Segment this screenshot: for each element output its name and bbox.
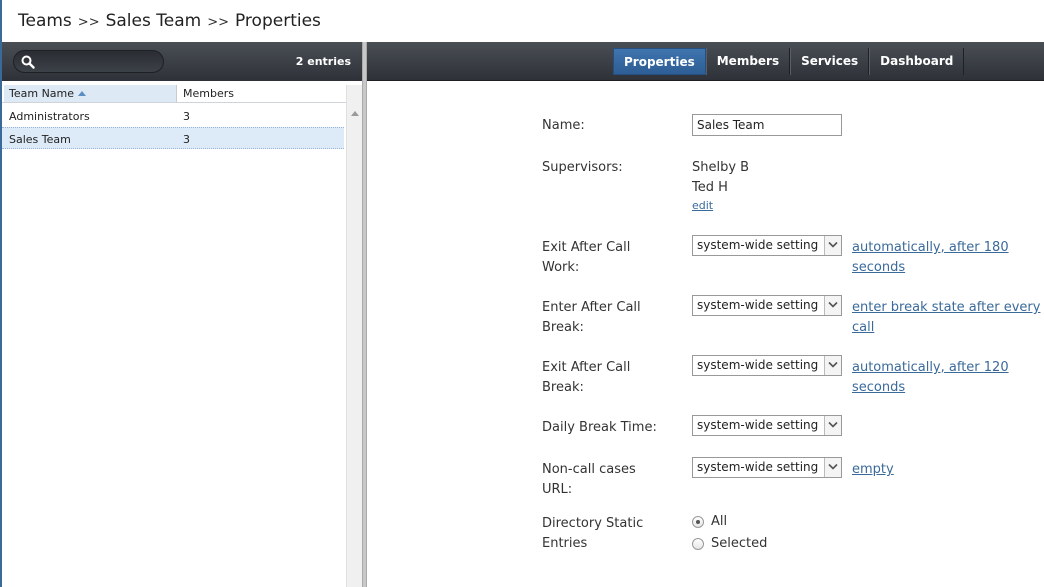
directory-option-all[interactable]: All [692, 514, 727, 529]
link-line: call [852, 320, 875, 335]
breadcrumb-separator: >> [77, 15, 100, 30]
chevron-down-icon [828, 241, 838, 248]
exit-after-call-break-hint-link[interactable]: automatically, after 120 seconds [852, 358, 1042, 398]
dropdown-button[interactable] [824, 236, 841, 255]
search-icon [21, 55, 35, 69]
grid-header: Team Name Members [2, 85, 348, 103]
breadcrumb-sales-team[interactable]: Sales Team [106, 11, 202, 31]
members-cell: 3 [183, 133, 190, 146]
dropdown-button[interactable] [824, 356, 841, 375]
select-value: system-wide setting [697, 418, 819, 432]
breadcrumb-properties: Properties [234, 11, 321, 31]
non-call-cases-url-select[interactable]: system-wide setting [692, 457, 842, 478]
supervisors-label: Supervisors: [542, 160, 623, 175]
link-line: automatically, after 180 [852, 240, 1009, 255]
enter-after-call-break-select[interactable]: system-wide setting [692, 295, 842, 316]
chevron-down-icon [828, 463, 838, 470]
chevron-down-icon [828, 421, 838, 428]
column-header-members[interactable]: Members [178, 85, 348, 102]
supervisor-name: Shelby B [692, 160, 750, 175]
link-line: seconds [852, 260, 906, 275]
properties-panel: Properties Members Services Dashboard Na… [367, 42, 1044, 587]
tab-bar: Properties Members Services Dashboard [367, 42, 1044, 81]
non-call-cases-url-hint-link[interactable]: empty [852, 460, 1042, 480]
label-line: Work: [542, 260, 580, 275]
search-input[interactable] [13, 50, 164, 73]
team-grid: Administrators 3 Sales Team 3 [2, 105, 344, 149]
table-row[interactable]: Sales Team 3 [2, 127, 344, 149]
members-cell: 3 [183, 110, 190, 123]
label-line: Directory Static [542, 516, 644, 531]
scroll-up-icon[interactable] [351, 111, 359, 116]
label-line: Enter After Call [542, 300, 641, 315]
select-value: system-wide setting [697, 460, 819, 474]
exit-after-call-break-label: Exit After Call Break: [542, 358, 682, 398]
label-line: URL: [542, 482, 573, 497]
name-field[interactable] [692, 114, 842, 136]
tab-properties[interactable]: Properties [613, 48, 706, 75]
enter-after-call-break-label: Enter After Call Break: [542, 298, 682, 338]
label-line: Non-call cases [542, 462, 636, 477]
label-line: Exit After Call [542, 360, 631, 375]
team-list-panel: 2 entries Team Name Members Administrato… [0, 42, 362, 587]
column-header-label: Members [183, 87, 234, 100]
exit-after-call-break-select[interactable]: system-wide setting [692, 355, 842, 376]
entries-count: 2 entries [295, 55, 351, 68]
dropdown-button[interactable] [824, 458, 841, 477]
link-line: automatically, after 120 [852, 360, 1009, 375]
breadcrumb-separator: >> [207, 15, 229, 30]
directory-static-entries-label: Directory Static Entries [542, 514, 682, 554]
directory-option-selected[interactable]: Selected [692, 536, 767, 551]
name-label: Name: [542, 118, 585, 133]
column-header-team-name[interactable]: Team Name [4, 85, 177, 102]
radio-label: Selected [711, 536, 768, 551]
breadcrumb-teams[interactable]: Teams [18, 11, 72, 31]
team-list-toolbar: 2 entries [2, 42, 362, 81]
select-value: system-wide setting [697, 298, 819, 312]
sort-ascending-icon [78, 91, 87, 96]
label-line: Exit After Call [542, 240, 631, 255]
exit-after-call-work-hint-link[interactable]: automatically, after 180 seconds [852, 238, 1042, 278]
link-line: enter break state after every [852, 300, 1041, 315]
dropdown-button[interactable] [824, 296, 841, 315]
breadcrumb: Teams >> Sales Team >> Properties [0, 0, 1044, 42]
dropdown-button[interactable] [824, 416, 841, 435]
radio-selected-icon [692, 515, 704, 528]
label-line: Break: [542, 380, 584, 395]
label-line: Break: [542, 320, 584, 335]
supervisors-list: Shelby B Ted H [692, 158, 749, 198]
label-line: Entries [542, 536, 588, 551]
chevron-down-icon [828, 361, 838, 368]
exit-after-call-work-select[interactable]: system-wide setting [692, 235, 842, 256]
enter-after-call-break-hint-link[interactable]: enter break state after every call [852, 298, 1042, 338]
tab-dashboard[interactable]: Dashboard [869, 48, 965, 75]
edit-supervisors-link[interactable]: edit [692, 199, 713, 212]
daily-break-time-select[interactable]: system-wide setting [692, 415, 842, 436]
tab-services[interactable]: Services [790, 48, 870, 75]
table-row[interactable]: Administrators 3 [2, 105, 344, 127]
link-line: seconds [852, 380, 906, 395]
non-call-cases-url-label: Non-call cases URL: [542, 460, 682, 500]
daily-break-time-label: Daily Break Time: [542, 420, 657, 435]
select-value: system-wide setting [697, 358, 819, 372]
supervisor-name: Ted H [692, 180, 728, 195]
column-header-label: Team Name [9, 87, 75, 100]
chevron-down-icon [828, 301, 838, 308]
select-value: system-wide setting [697, 238, 819, 252]
team-name-cell: Administrators [9, 110, 90, 123]
exit-after-call-work-label: Exit After Call Work: [542, 238, 682, 278]
radio-label: All [711, 514, 728, 529]
radio-unselected-icon [692, 537, 704, 550]
tab-members[interactable]: Members [705, 48, 791, 75]
vertical-scrollbar[interactable] [346, 85, 362, 587]
team-name-cell: Sales Team [9, 133, 71, 146]
